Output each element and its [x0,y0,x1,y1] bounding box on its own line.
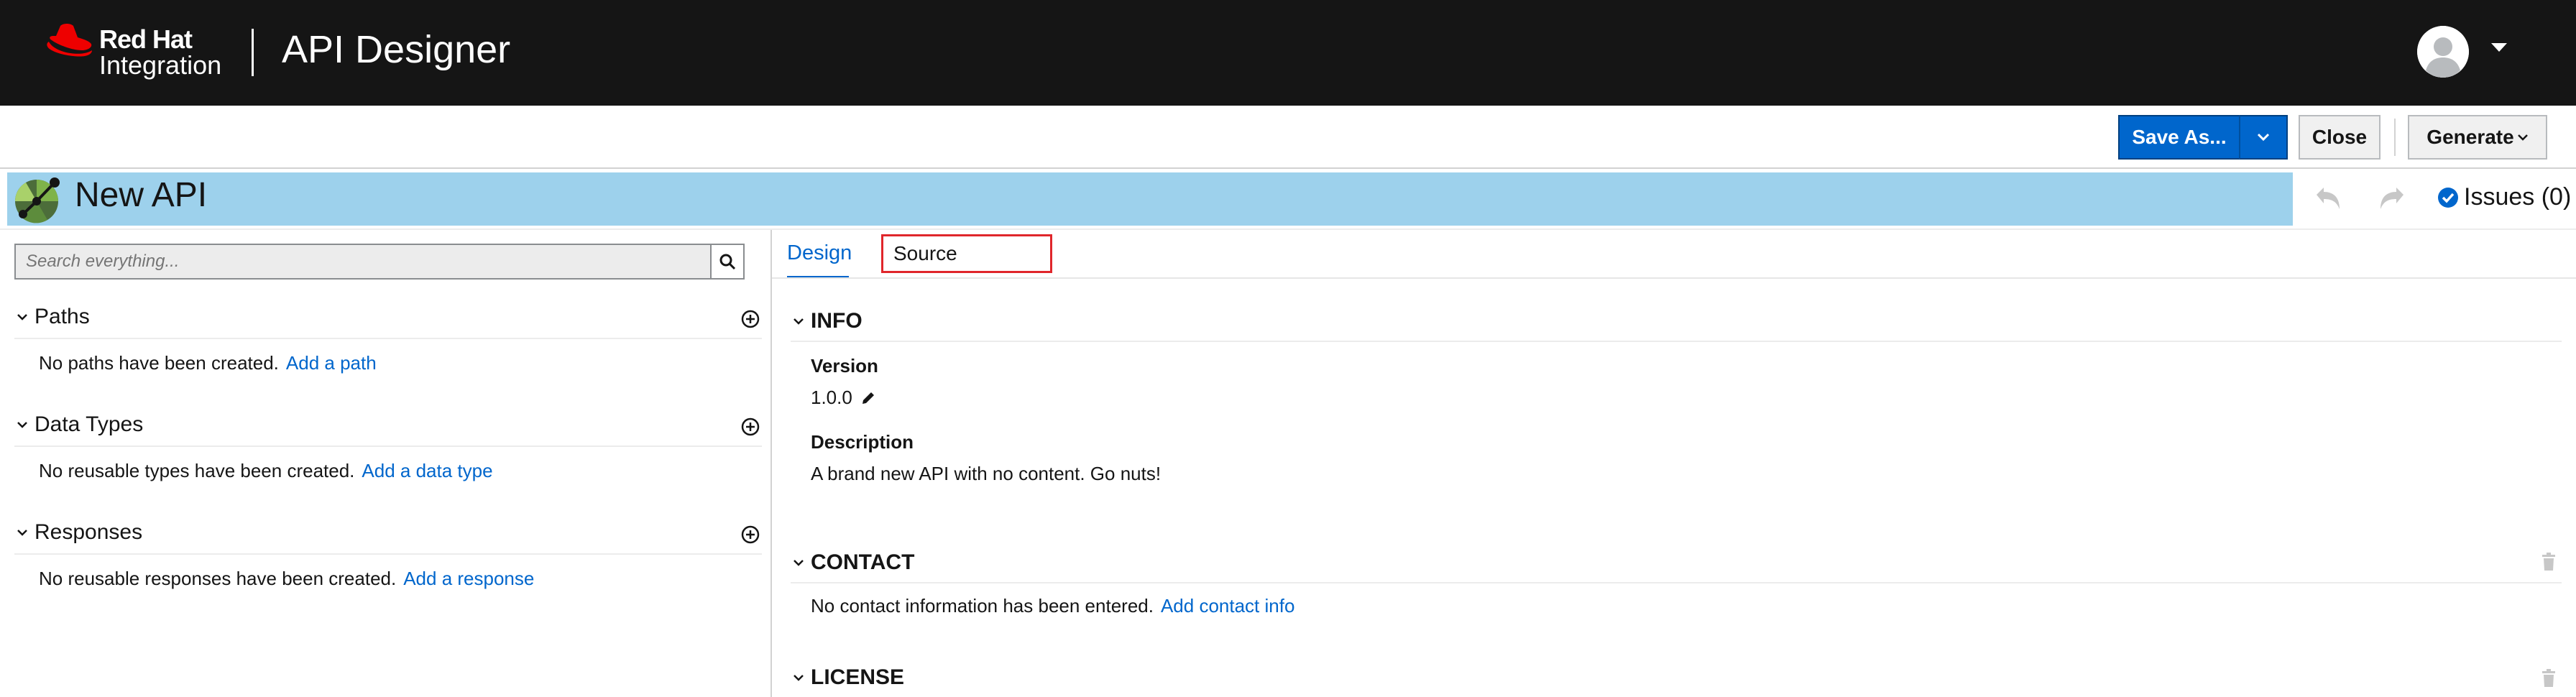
chevron-down-icon [17,422,27,428]
chevron-down-icon [17,314,27,320]
section-rule [791,582,2562,583]
add-path-icon[interactable] [740,309,760,329]
tab-design[interactable]: Design [787,241,852,265]
section-rule [14,338,762,339]
chevron-down-icon [2517,134,2528,141]
api-title[interactable]: New API [75,175,207,215]
search-icon [719,254,736,270]
contact-empty-text: No contact information has been entered. [811,595,1154,617]
app-title: API Designer [282,28,511,71]
section-title-contact: CONTACT [811,550,915,574]
pencil-icon[interactable] [860,389,877,407]
generate-label: Generate [2426,126,2514,148]
search-button[interactable] [710,245,743,278]
add-path-link[interactable]: Add a path [286,352,377,374]
api-title-bar [7,172,2293,226]
paths-empty-text: No paths have been created. [39,352,279,374]
issues-label: Issues (0) [2464,183,2572,211]
section-toggle-info[interactable]: INFO [792,309,862,333]
paths-empty-row: No paths have been created. Add a path [39,352,377,374]
save-as-dropdown-toggle[interactable] [2239,115,2288,160]
section-title-paths: Paths [34,305,90,328]
section-toggle-data-types[interactable]: Data Types [16,412,143,437]
generate-button[interactable]: Generate [2408,115,2547,160]
caret-down-icon[interactable] [2491,43,2507,52]
chevron-down-icon [794,560,804,566]
editor-toolbar: Save As... Close Generate [0,106,2576,169]
add-contact-info-link[interactable]: Add contact info [1161,595,1294,617]
data-types-empty-text: No reusable types have been created. [39,460,355,481]
section-toggle-responses[interactable]: Responses [16,520,142,545]
add-response-icon[interactable] [740,525,760,545]
section-rule [14,446,762,447]
user-avatar-icon[interactable] [2417,26,2469,78]
brand-divider [252,29,254,76]
panel-divider [770,230,772,697]
version-row: 1.0.0 [811,387,877,409]
trash-icon[interactable] [2540,552,2557,572]
brand-integration: Integration [99,50,222,80]
check-circle-icon [2438,187,2458,208]
responses-empty-row: No reusable responses have been created.… [39,568,534,590]
undo-icon[interactable] [2312,183,2344,215]
title-rule [0,229,2576,230]
responses-empty-text: No reusable responses have been created. [39,568,397,589]
search-box [14,244,745,280]
chevron-down-icon [2257,133,2270,142]
section-toggle-paths[interactable]: Paths [16,305,90,329]
tab-source[interactable]: Source [881,234,1052,273]
section-title-info: INFO [811,309,862,333]
section-title-license: LICENSE [811,665,905,689]
contact-empty-row: No contact information has been entered.… [811,595,1294,617]
app-header: Red Hat Integration API Designer [0,0,2576,106]
description-label: Description [811,431,914,453]
chevron-down-icon [17,530,27,536]
section-rule [14,553,762,555]
api-logo-icon [14,177,60,223]
tab-source-label: Source [893,242,957,264]
save-as-button[interactable]: Save As... [2118,115,2239,160]
section-toggle-contact[interactable]: CONTACT [792,550,914,575]
section-title-data-types: Data Types [34,412,144,436]
add-data-type-link[interactable]: Add a data type [362,460,492,481]
close-button[interactable]: Close [2299,115,2380,160]
redo-icon[interactable] [2376,183,2408,215]
search-input[interactable] [16,245,710,278]
section-title-responses: Responses [34,520,143,544]
add-response-link[interactable]: Add a response [403,568,534,589]
red-hat-logo-icon[interactable] [45,22,95,59]
version-value: 1.0.0 [811,387,852,408]
toolbar-separator [2394,119,2396,156]
issues-indicator[interactable]: Issues (0) [2437,183,2571,211]
version-label: Version [811,355,878,377]
description-value[interactable]: A brand new API with no content. Go nuts… [811,463,1161,485]
tabs-rule [772,277,2576,279]
chevron-down-icon [794,675,804,681]
chevron-down-icon [794,318,804,325]
data-types-empty-row: No reusable types have been created. Add … [39,460,493,482]
trash-icon[interactable] [2540,668,2557,688]
section-toggle-license[interactable]: LICENSE [792,665,904,690]
add-data-type-icon[interactable] [740,417,760,437]
section-rule [791,341,2562,342]
